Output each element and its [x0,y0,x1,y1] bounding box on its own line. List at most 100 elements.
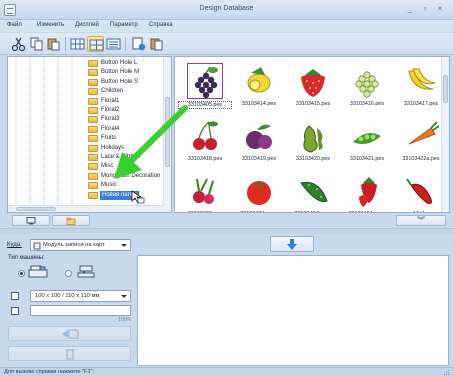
thumbnail-scrollbar[interactable] [441,57,449,212]
tree-hscroll-thumb[interactable] [16,207,56,211]
tree-vertical-scrollbar[interactable] [163,57,171,212]
copy-icon [30,37,43,51]
design-thumbnail[interactable]: no14_1.pes [394,171,448,212]
thumbnail-scroll-thumb[interactable] [443,75,448,103]
menu-options[interactable]: Параметр [110,22,138,28]
tree-folder-item[interactable]: Holidays [78,144,168,153]
design-filename: 33103416.pes [349,101,385,107]
menu-file[interactable]: Файл [7,22,22,28]
tree-folder-item[interactable]: Button Hole L [78,59,168,68]
tree-horizontal-scrollbar[interactable] [8,205,165,212]
tree-folder-item[interactable]: Floral1 [78,97,168,106]
medium-icons-view-button[interactable] [87,36,104,52]
cut-button[interactable] [10,36,27,52]
tree-folder-item[interactable]: Fruits [78,134,168,143]
design-thumbnail[interactable]: 33103424c.pes [340,171,394,212]
progress-percent: 100% [118,317,131,323]
paste-button[interactable] [45,36,62,52]
tree-folder-item[interactable]: Children [78,87,168,96]
tree-folder-label: Monogram Decoration [101,172,161,179]
folder-tab[interactable] [52,215,90,226]
design-thumbnail-grid[interactable]: 33103405.pes 33103414.pes 33103415.pes 3310… [174,56,450,213]
hoop-size-value: 100 x 100 / 110 x 110 мм [35,293,100,299]
details-list-icon [106,38,121,50]
tree-folder-label: Button Hole S [101,78,139,85]
minimize-icon[interactable]: _ [404,3,416,15]
design-thumbnail[interactable]: 33103414.pes [232,61,286,112]
delete-from-card-button[interactable] [8,346,131,361]
cucumber-icon [295,173,331,209]
tree-folder-item[interactable]: Monogram Decoration [78,172,168,181]
menu-help[interactable]: Справка [149,22,173,28]
design-thumbnail[interactable]: 33103421.pes [340,116,394,167]
copy-button[interactable] [28,36,45,52]
maximize-icon[interactable]: ▫ [419,3,431,15]
pears-icon [295,118,331,154]
menu-edit[interactable]: Изменить [37,22,64,28]
paste-icon [47,38,60,51]
tree-folder-item[interactable]: Lace & Ribbon [78,153,168,162]
resize-grip-icon[interactable] [444,370,450,375]
large-icons-view-button[interactable] [69,36,86,52]
destination-contents-area[interactable] [137,255,449,366]
details-view-button[interactable] [105,36,122,52]
folder-tree[interactable]: Button Hole L Button Hole M Button Hole S C… [7,56,172,213]
hoop-icon [11,292,19,300]
menu-display[interactable]: Дисплей [75,22,99,28]
tree-folder-item[interactable]: Misc [78,162,168,171]
machine-type-radio-1[interactable] [18,270,25,277]
folder-icon [88,88,98,96]
tree-folder-label: Lace & Ribbon [101,154,141,160]
design-thumbnail[interactable]: 33103420.pes [286,116,340,167]
write-to-card-button[interactable] [8,326,131,341]
design-filename: 33103421.pes [349,156,385,162]
trash-icon [65,349,74,360]
send-to-destination-button[interactable] [270,236,314,252]
tree-folder-item[interactable]: Новая папка [78,190,168,200]
design-thumbnail[interactable]: 33103419.pes [232,116,286,167]
design-filename: 33103405.pes [178,101,232,109]
tree-folder-item[interactable]: Floral4 [78,125,168,134]
design-thumbnail[interactable]: 33103415.pes [286,61,340,112]
destination-dropdown[interactable]: Модуль записи на карт [30,239,131,251]
hoop-size-dropdown[interactable]: 100 x 100 / 110 x 110 мм [30,290,131,302]
tree-folder-label: Button Hole M [101,69,140,76]
strawberries-icon [349,173,385,209]
computer-tab[interactable] [12,215,50,226]
tree-folder-item[interactable]: Floral3 [78,115,168,124]
medium-icons-icon [89,39,104,51]
window-title: Design Database [199,5,254,12]
tree-scroll-thumb[interactable] [165,97,170,167]
design-filename: 33103424a.pes [232,211,286,212]
close-icon[interactable]: × [434,3,446,15]
design-thumbnail[interactable]: 33103417.pes [394,61,448,112]
design-thumbnail[interactable]: 33103418.pes [178,116,232,167]
write-card-icon [61,329,78,339]
import-button[interactable] [148,36,165,52]
design-thumbnail[interactable]: 33103405.pes [178,61,232,112]
tree-folder-item[interactable]: Music [78,181,168,190]
tree-folder-item[interactable]: Button Hole M [78,68,168,77]
design-filename: 33103423.pes [178,211,232,212]
design-filename: 33103418.pes [187,156,223,162]
toolbar-separator [125,37,126,51]
strawberry-icon [295,63,331,99]
design-filename: 33103414.pes [241,101,277,107]
design-filename: no14_1.pes [394,211,448,212]
design-thumbnail[interactable]: 33103424b.pes [286,171,340,212]
design-thumbnail[interactable]: 33103424a.pes [232,171,286,212]
capacity-progress-bar [30,305,131,316]
machine-type-radio-2[interactable] [65,270,72,277]
properties-button[interactable] [130,36,147,52]
status-text: Для вызова справки нажмите "F1". [4,369,95,375]
design-filename: 33103424b.pes [286,211,340,212]
tree-folder-item[interactable]: Button Hole S [78,78,168,87]
design-thumbnail[interactable]: 33103423.pes [178,171,232,212]
folder-icon [66,217,76,225]
import-icon [150,38,163,51]
tree-folder-item[interactable]: Floral2 [78,106,168,115]
design-thumbnail[interactable]: 33103416.pes [340,61,394,112]
design-thumbnail[interactable]: 33103422a.pes [394,116,448,167]
collapse-panel-button[interactable]: ︾ [396,215,446,226]
folder-icon [88,97,98,105]
